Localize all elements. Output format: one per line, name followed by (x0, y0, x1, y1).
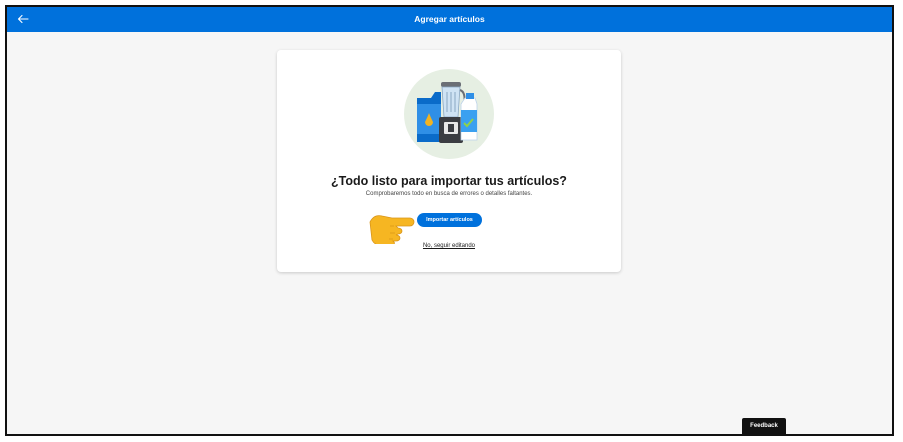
app-window: Agregar artículos ¿Todo listo para impor… (5, 5, 894, 436)
import-items-button[interactable]: Importar artículos (417, 213, 482, 227)
confirmation-heading: ¿Todo listo para importar tus artículos? (331, 174, 567, 188)
confirmation-subheading: Comprobaremos todo en busca de errores o… (365, 191, 533, 197)
page-title: Agregar artículos (414, 14, 485, 24)
pointing-hand-icon (369, 215, 415, 244)
import-confirmation-card: ¿Todo listo para importar tus artículos?… (277, 50, 621, 272)
products-illustration (404, 69, 494, 159)
top-bar: Agregar artículos (7, 7, 892, 32)
keep-editing-link[interactable]: No, seguir editando (277, 243, 621, 249)
feedback-button[interactable]: Feedback (742, 418, 786, 434)
